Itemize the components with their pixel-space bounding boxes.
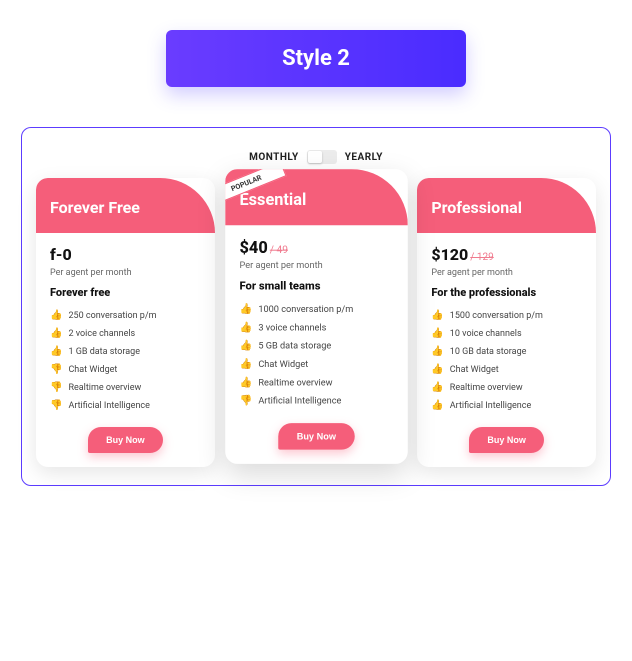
feature-item: 👎 Realtime overview bbox=[50, 383, 201, 393]
feature-list: 👍 1500 conversation p/m 👍 10 voice channel… bbox=[431, 311, 582, 411]
thumb-up-icon: 👍 bbox=[239, 360, 252, 370]
feature-text: Artificial Intelligence bbox=[258, 397, 341, 407]
price-sub: Per agent per month bbox=[239, 261, 393, 271]
thumb-up-icon: 👍 bbox=[239, 323, 252, 333]
price-value: f-0 bbox=[50, 245, 72, 264]
thumb-up-icon: 👍 bbox=[431, 311, 443, 321]
plan-header: Forever Free bbox=[36, 178, 215, 233]
feature-item: 👍 Chat Widget bbox=[431, 365, 582, 375]
buy-row: Buy Now bbox=[239, 423, 393, 450]
feature-text: Artificial Intelligence bbox=[450, 401, 531, 411]
thumb-up-icon: 👍 bbox=[239, 305, 252, 315]
feature-text: 250 conversation p/m bbox=[68, 311, 156, 321]
billing-toggle-row: MONTHLY YEARLY bbox=[36, 150, 596, 164]
thumb-up-icon: 👍 bbox=[431, 347, 443, 357]
feature-text: Chat Widget bbox=[258, 360, 308, 370]
plan-body: $40/ 49 Per agent per month For small te… bbox=[225, 225, 407, 464]
price-sub: Per agent per month bbox=[50, 268, 201, 278]
feature-text: 10 GB data storage bbox=[450, 347, 527, 357]
plan-tagline: For the professionals bbox=[431, 286, 582, 299]
feature-item: 👍 3 voice channels bbox=[239, 323, 393, 333]
plan-body: $120/ 129 Per agent per month For the pr… bbox=[417, 233, 596, 467]
feature-item: 👍 Realtime overview bbox=[431, 383, 582, 393]
thumb-up-icon: 👍 bbox=[431, 329, 443, 339]
feature-text: Realtime overview bbox=[68, 383, 141, 393]
feature-item: 👍 10 GB data storage bbox=[431, 347, 582, 357]
feature-item: 👎 Chat Widget bbox=[50, 365, 201, 375]
plan-body: f-0 Per agent per month Forever free 👍 25… bbox=[36, 233, 215, 467]
pricing-cards: Forever Free f-0 Per agent per month For… bbox=[36, 178, 596, 467]
price-sub: Per agent per month bbox=[431, 268, 582, 278]
billing-toggle[interactable] bbox=[307, 150, 337, 164]
feature-item: 👍 250 conversation p/m bbox=[50, 311, 201, 321]
thumb-up-icon: 👍 bbox=[50, 329, 62, 339]
thumb-down-icon: 👎 bbox=[50, 383, 62, 393]
plan-title: Professional bbox=[431, 198, 582, 217]
thumb-up-icon: 👍 bbox=[431, 401, 443, 411]
feature-text: Realtime overview bbox=[450, 383, 523, 393]
plan-card-free: Forever Free f-0 Per agent per month For… bbox=[36, 178, 215, 467]
buy-row: Buy Now bbox=[431, 427, 582, 453]
feature-text: Realtime overview bbox=[258, 378, 332, 388]
feature-item: 👍 10 voice channels bbox=[431, 329, 582, 339]
plan-price: $40/ 49 bbox=[239, 237, 393, 256]
price-old: / 129 bbox=[470, 252, 493, 263]
pricing-panel: MONTHLY YEARLY Forever Free f-0 Per agen… bbox=[21, 127, 611, 486]
plan-title: Forever Free bbox=[50, 198, 201, 217]
feature-item: 👍 1000 conversation p/m bbox=[239, 305, 393, 315]
thumb-down-icon: 👎 bbox=[50, 401, 62, 411]
buy-row: Buy Now bbox=[50, 427, 201, 453]
feature-item: 👍 Chat Widget bbox=[239, 360, 393, 370]
plan-tagline: Forever free bbox=[50, 286, 201, 299]
thumb-down-icon: 👎 bbox=[239, 397, 252, 407]
thumb-down-icon: 👎 bbox=[50, 365, 62, 375]
feature-text: 1500 conversation p/m bbox=[450, 311, 543, 321]
plan-price: f-0 bbox=[50, 245, 201, 264]
feature-item: 👍 5 GB data storage bbox=[239, 341, 393, 351]
feature-list: 👍250 conversation p/m 👍2 voice channels … bbox=[50, 311, 201, 411]
toggle-label-monthly[interactable]: MONTHLY bbox=[249, 152, 299, 163]
feature-item: 👍 1 GB data storage bbox=[50, 347, 201, 357]
thumb-up-icon: 👍 bbox=[50, 311, 62, 321]
toggle-knob bbox=[308, 151, 322, 163]
buy-now-button[interactable]: Buy Now bbox=[469, 427, 544, 453]
feature-text: 5 GB data storage bbox=[258, 341, 331, 351]
plan-card-essential: POPULAR Essential $40/ 49 Per agent per … bbox=[225, 169, 407, 464]
thumb-up-icon: 👍 bbox=[239, 341, 252, 351]
plan-tagline: For small teams bbox=[239, 279, 393, 292]
feature-list: 👍 1000 conversation p/m 👍 3 voice channels… bbox=[239, 305, 393, 407]
feature-text: Chat Widget bbox=[450, 365, 499, 375]
style-badge: Style 2 bbox=[166, 30, 466, 87]
thumb-up-icon: 👍 bbox=[431, 383, 443, 393]
plan-card-professional: Professional $120/ 129 Per agent per mon… bbox=[417, 178, 596, 467]
feature-text: 3 voice channels bbox=[258, 323, 326, 333]
feature-item: 👍 2 voice channels bbox=[50, 329, 201, 339]
plan-header: Professional bbox=[417, 178, 596, 233]
feature-item: 👎 Artificial Intelligence bbox=[50, 401, 201, 411]
plan-price: $120/ 129 bbox=[431, 245, 582, 264]
feature-text: Chat Widget bbox=[68, 365, 117, 375]
thumb-up-icon: 👍 bbox=[431, 365, 443, 375]
buy-now-button[interactable]: Buy Now bbox=[278, 423, 354, 450]
buy-now-button[interactable]: Buy Now bbox=[88, 427, 163, 453]
feature-text: 10 voice channels bbox=[450, 329, 522, 339]
feature-text: Artificial Intelligence bbox=[68, 401, 149, 411]
feature-text: 1000 conversation p/m bbox=[258, 305, 353, 315]
feature-text: 2 voice channels bbox=[68, 329, 135, 339]
thumb-up-icon: 👍 bbox=[239, 378, 252, 388]
plan-title: Essential bbox=[239, 190, 393, 209]
feature-text: 1 GB data storage bbox=[68, 347, 140, 357]
price-old: / 49 bbox=[269, 245, 287, 256]
feature-item: 👍 1500 conversation p/m bbox=[431, 311, 582, 321]
price-value: $120 bbox=[431, 245, 468, 264]
thumb-up-icon: 👍 bbox=[50, 347, 62, 357]
price-value: $40 bbox=[239, 237, 267, 256]
toggle-label-yearly[interactable]: YEARLY bbox=[345, 152, 383, 163]
feature-item: 👎 Artificial Intelligence bbox=[239, 397, 393, 407]
feature-item: 👍 Artificial Intelligence bbox=[431, 401, 582, 411]
feature-item: 👍 Realtime overview bbox=[239, 378, 393, 388]
